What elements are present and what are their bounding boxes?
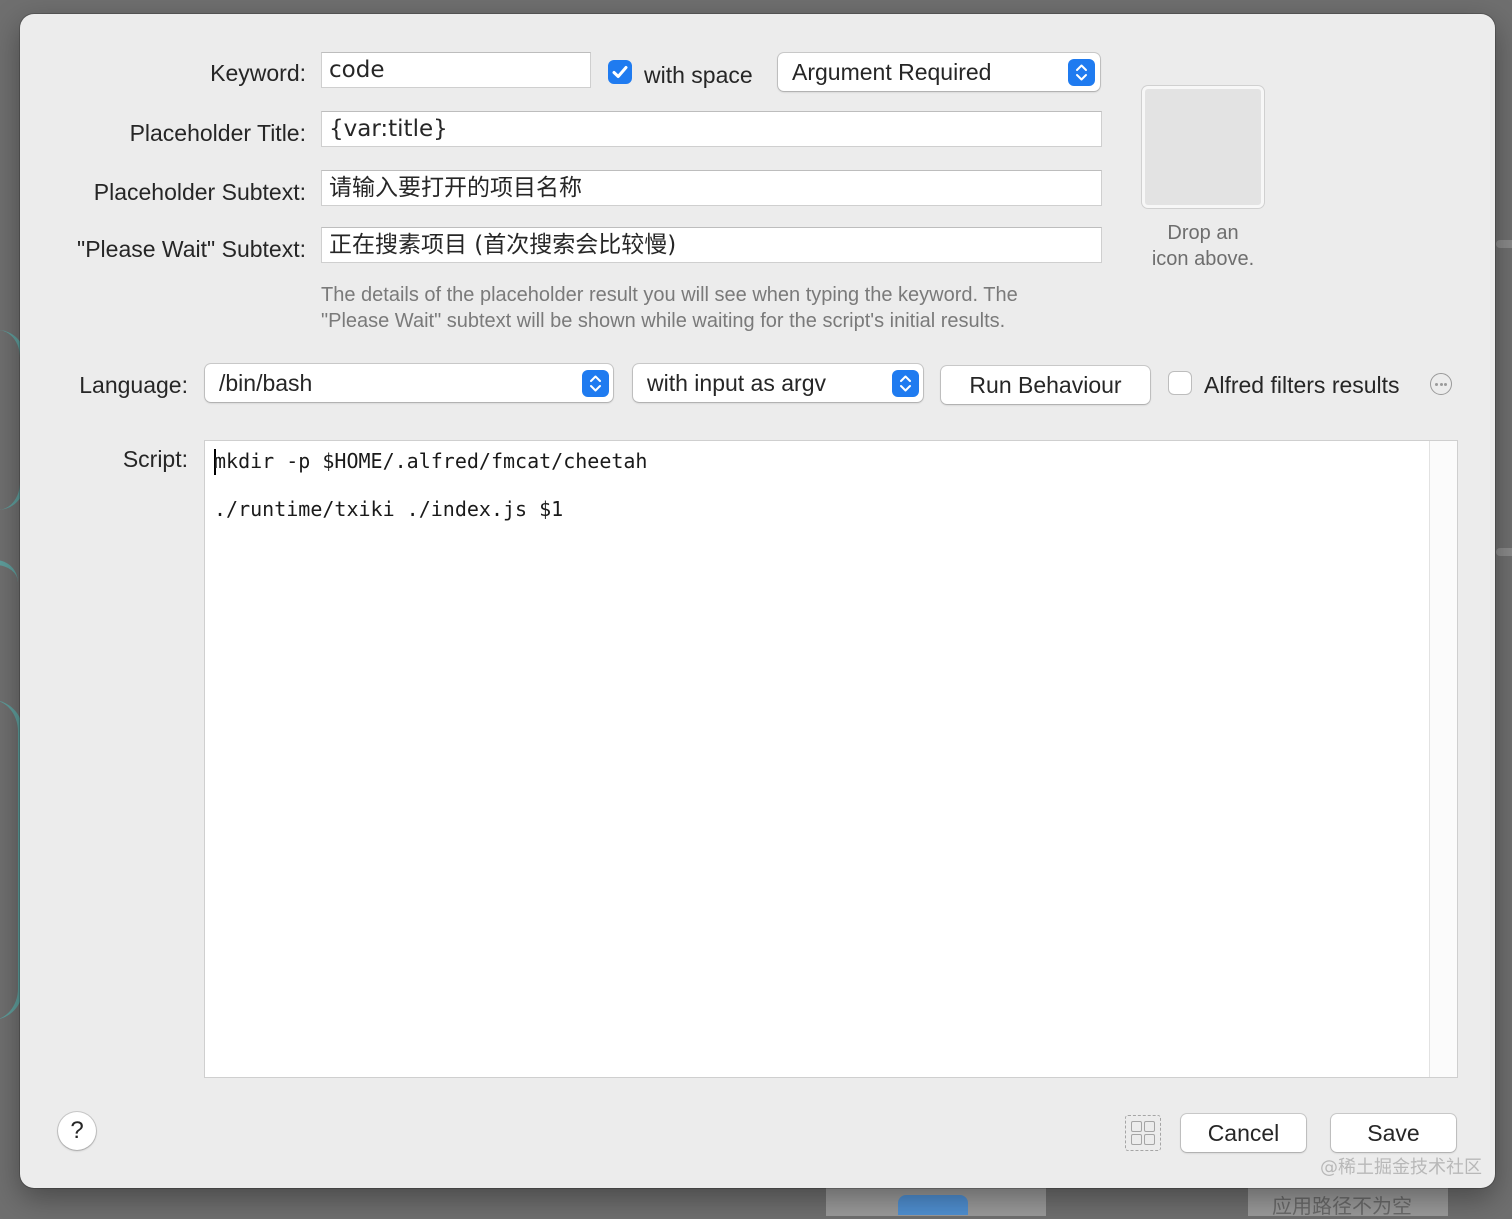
placeholder-subtext-input[interactable]: 请输入要打开的项目名称 (321, 170, 1102, 206)
placeholder-title-label: Placeholder Title: (129, 120, 306, 146)
background-text: 应用路径不为空 (1272, 1194, 1412, 1218)
save-button[interactable]: Save (1331, 1114, 1456, 1152)
input-mode-select-value: with input as argv (647, 370, 826, 396)
script-filter-dialog: Keyword: code with space Argument Requir… (20, 14, 1495, 1188)
with-space-checkbox[interactable] (608, 60, 632, 84)
please-wait-subtext-label: "Please Wait" Subtext: (77, 236, 306, 262)
language-label: Language: (79, 372, 188, 398)
layout-grid-icon[interactable] (1125, 1115, 1161, 1151)
script-label: Script: (122, 446, 188, 472)
please-wait-subtext-input[interactable]: 正在搜素项目 (首次搜索会比较慢) (321, 227, 1102, 263)
icon-drop-well[interactable] (1142, 86, 1264, 208)
argument-select-value: Argument Required (792, 59, 992, 85)
placeholder-title-input[interactable]: {var:title} (321, 111, 1102, 147)
with-space-label: with space (644, 62, 753, 88)
background-teal-curve (0, 560, 18, 605)
description-line: The details of the placeholder result yo… (321, 284, 1018, 306)
watermark: @稀土掘金技术社区 (1320, 1157, 1482, 1178)
alfred-filters-checkbox[interactable] (1168, 371, 1192, 395)
script-line: ./runtime/txiki ./index.js $1 (214, 497, 564, 521)
icon-hint-line: Drop an (1167, 222, 1239, 244)
placeholder-subtext-label: Placeholder Subtext: (93, 179, 306, 205)
stepper-chevrons-icon (1068, 59, 1095, 86)
script-line: mkdir -p $HOME/.alfred/fmcat/cheetah (214, 449, 648, 473)
keyword-input[interactable]: code (321, 52, 591, 88)
run-behaviour-button[interactable]: Run Behaviour (941, 366, 1150, 404)
help-button[interactable]: ? (58, 1112, 96, 1150)
script-editor[interactable]: mkdir -p $HOME/.alfred/fmcat/cheetah ./r… (204, 440, 1458, 1078)
icon-hint-line: icon above. (1151, 248, 1255, 270)
description-line: "Please Wait" subtext will be shown whil… (321, 310, 1006, 332)
cancel-button[interactable]: Cancel (1181, 1114, 1306, 1152)
argument-select[interactable]: Argument Required (778, 53, 1100, 91)
input-mode-select[interactable]: with input as argv (633, 364, 923, 402)
placeholder-description: The details of the placeholder result yo… (321, 282, 1111, 334)
alfred-filters-label: Alfred filters results (1204, 372, 1400, 398)
stepper-chevrons-icon (892, 370, 919, 397)
script-scrollbar[interactable] (1429, 441, 1457, 1077)
more-options-icon[interactable] (1430, 373, 1452, 395)
background-folder-icon (898, 1195, 968, 1215)
language-select-value: /bin/bash (219, 370, 313, 396)
icon-drop-hint: Drop an icon above. (1126, 220, 1280, 272)
keyword-label: Keyword: (210, 60, 306, 86)
background-gray-line (1496, 240, 1512, 248)
background-gray-line (1496, 548, 1512, 556)
checkmark-icon (612, 66, 628, 78)
stepper-chevrons-icon (582, 370, 609, 397)
language-select[interactable]: /bin/bash (205, 364, 613, 402)
